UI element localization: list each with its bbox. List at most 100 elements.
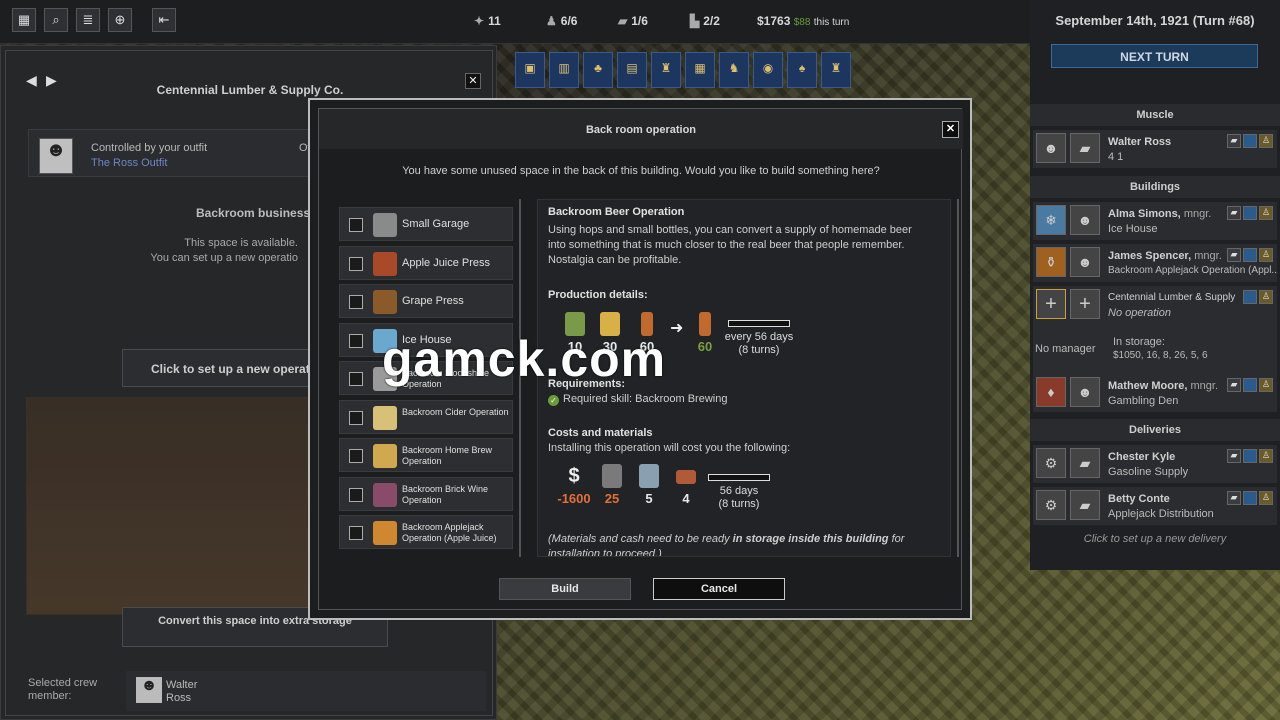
option-checkbox[interactable] <box>349 372 363 386</box>
truck-icon[interactable]: ▰ <box>1227 134 1241 148</box>
option-checkbox[interactable] <box>349 526 363 540</box>
close-icon[interactable]: ✕ <box>465 73 481 89</box>
storage-label: In storage: <box>1113 336 1165 348</box>
strip-icon[interactable]: ♜ <box>821 52 851 88</box>
strip-icon[interactable]: ▦ <box>685 52 715 88</box>
production-bar <box>728 320 790 327</box>
option-checkbox[interactable] <box>349 449 363 463</box>
selected-crew[interactable]: ☻ Walter Ross <box>126 671 486 711</box>
build-button[interactable]: Build <box>499 578 631 600</box>
building-row-applejack[interactable]: ⚱ ☻ James Spencer, mngr. Backroom Applej… <box>1033 244 1278 282</box>
outfit-link[interactable]: The Ross Outfit <box>91 157 167 169</box>
crew-row-walter[interactable]: ☻ ▰ Walter Ross 4 1 ▰ ♙ <box>1033 130 1277 168</box>
person-icon[interactable]: ♙ <box>1259 491 1273 505</box>
strip-icon[interactable]: ♜ <box>651 52 681 88</box>
map-icon[interactable] <box>1243 290 1257 304</box>
backroom-subtitle: Backroom business <box>196 206 311 220</box>
building-icon: ▙ <box>690 14 700 28</box>
building-row-ice[interactable]: ❄ ☻ Alma Simons, mngr. Ice House ▰ ♙ <box>1033 202 1277 240</box>
cost-barrels: 25 <box>595 464 629 506</box>
car-icon: ▰ <box>1070 448 1100 478</box>
option-checkbox[interactable] <box>349 256 363 271</box>
operation-option[interactable]: Backroom Home Brew Operation <box>339 438 513 472</box>
option-label: Backroom Brick Wine Operation <box>402 483 489 505</box>
brick-icon <box>676 470 696 484</box>
map-icon[interactable] <box>1243 206 1257 220</box>
add-manager-icon[interactable]: + <box>1070 289 1100 319</box>
next-turn-button[interactable]: NEXT TURN <box>1051 44 1258 68</box>
strip-icon[interactable]: ▤ <box>617 52 647 88</box>
add-operation-icon[interactable]: + <box>1036 289 1066 319</box>
truck-icon[interactable]: ▰ <box>1227 491 1241 505</box>
costs-description: Installing this operation will cost you … <box>548 442 791 454</box>
strip-icon[interactable]: ♞ <box>719 52 749 88</box>
close-icon[interactable]: ✕ <box>942 121 959 138</box>
map-view-icon[interactable]: ▦ <box>12 8 36 32</box>
buildings-header: Buildings <box>1030 176 1280 198</box>
operation-option[interactable]: Grape Press <box>339 284 513 318</box>
person-icon[interactable]: ♙ <box>1259 290 1273 304</box>
map-icon[interactable] <box>1243 378 1257 392</box>
manager-portrait: ☻ <box>1070 205 1100 235</box>
option-checkbox[interactable] <box>349 218 363 232</box>
delivery-row-chester[interactable]: ⚙ ▰ Chester Kyle Gasoline Supply ▰ ♙ <box>1033 445 1277 483</box>
operation-option[interactable]: Backroom Applejack Operation (Apple Juic… <box>339 515 513 549</box>
exit-icon[interactable]: ⇤ <box>152 8 176 32</box>
operation-icon <box>373 290 397 314</box>
option-checkbox[interactable] <box>349 295 363 309</box>
strip-icon[interactable]: ▥ <box>549 52 579 88</box>
option-checkbox[interactable] <box>349 410 363 425</box>
detail-scrollbar[interactable] <box>957 199 959 557</box>
map-icon[interactable] <box>1243 248 1257 262</box>
ledger-icon[interactable]: ≣ <box>76 8 100 32</box>
strip-icon[interactable]: ♣ <box>583 52 613 88</box>
install-note: (Materials and cash need to be ready in … <box>548 533 905 557</box>
map-icon[interactable] <box>1243 491 1257 505</box>
person-icon[interactable]: ♙ <box>1259 206 1273 220</box>
building-row-gambling[interactable]: ♦ ☻ Mathew Moore, mngr. Gambling Den ▰ ♙ <box>1033 374 1277 412</box>
deliveries-header: Deliveries <box>1030 419 1280 441</box>
operation-option[interactable]: Backroom Brick Wine Operation <box>339 476 513 511</box>
truck-icon[interactable]: ▰ <box>1227 248 1241 262</box>
truck-icon[interactable]: ▰ <box>1227 378 1241 392</box>
vehicles-stat: ▰ 1/6 <box>618 14 648 28</box>
option-label: Backroom Home Brew Operation <box>402 445 493 466</box>
date-display: September 14th, 1921 (Turn #68) <box>1055 13 1255 28</box>
person-icon[interactable]: ♙ <box>1259 449 1273 463</box>
operation-icon <box>373 251 397 276</box>
truck-icon[interactable]: ▰ <box>1227 206 1241 220</box>
strip-icon[interactable]: ◉ <box>753 52 783 88</box>
car-icon: ▰ <box>1070 133 1100 163</box>
manager-portrait: ☻ <box>1070 377 1100 407</box>
person-icon[interactable]: ♙ <box>1259 378 1273 392</box>
detail-description: Using hops and small bottles, you can co… <box>548 224 912 266</box>
cancel-button[interactable]: Cancel <box>653 578 785 600</box>
person-icon[interactable]: ♙ <box>1259 134 1273 148</box>
option-label: Grape Press <box>402 295 464 307</box>
option-label: Backroom Cider Operation <box>402 406 509 417</box>
map-icon[interactable] <box>1243 134 1257 148</box>
barrel-icon <box>602 464 622 488</box>
operation-option[interactable]: Apple Juice Press <box>339 245 513 280</box>
truck-icon[interactable]: ▰ <box>1227 449 1241 463</box>
map-icon[interactable] <box>1243 449 1257 463</box>
cost-pipes: 5 <box>632 464 666 506</box>
install-days: 56 days (8 turns) <box>718 485 760 510</box>
operation-option[interactable]: Small Garage <box>339 207 513 241</box>
option-checkbox[interactable] <box>349 333 363 348</box>
option-checkbox[interactable] <box>349 487 363 502</box>
top-bar: ▦ ⌕ ≣ ⊕ ⇤ ✦ 11 ♟ 6/6 ▰ 1/6 ▙ 2/2 $1763 $88 t… <box>0 0 1030 44</box>
muscle-header: Muscle <box>1030 104 1280 126</box>
search-map-icon[interactable]: ⌕ <box>44 8 68 32</box>
new-delivery-link[interactable]: Click to set up a new delivery <box>1030 533 1280 545</box>
operation-option[interactable]: Backroom Cider Operation <box>339 399 513 434</box>
delivery-row-betty[interactable]: ⚙ ▰ Betty Conte Applejack Distribution ▰… <box>1033 487 1277 525</box>
strip-icon[interactable]: ♠ <box>787 52 817 88</box>
gambling-icon: ♦ <box>1036 377 1066 407</box>
watermark: gamck.com <box>382 331 667 387</box>
person-icon[interactable]: ♙ <box>1259 248 1273 262</box>
beer-bottle-icon <box>699 312 711 336</box>
operation-icon <box>373 444 397 468</box>
strip-icon[interactable]: ▣ <box>515 52 545 88</box>
add-building-icon[interactable]: ⊕ <box>108 8 132 32</box>
